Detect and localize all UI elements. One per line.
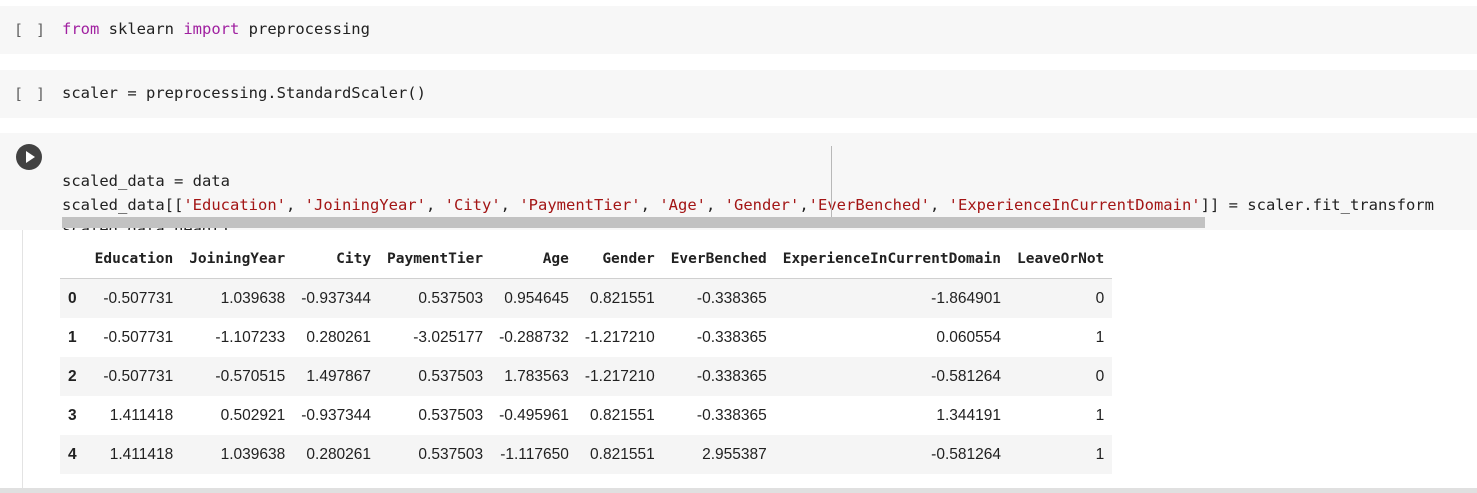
run-cell-button[interactable] [16, 144, 42, 170]
table-cell: -0.495961 [499, 406, 569, 424]
row-index: 4 [60, 435, 87, 474]
table-row: 2 -0.507731 -0.570515 1.497867 0.537503 … [60, 357, 1113, 396]
code-line: scaled_data[['Education', 'JoiningYear',… [62, 196, 1434, 214]
row-index: 0 [60, 278, 87, 318]
table-cell: 0 [1008, 278, 1113, 318]
code-line: scaled_data = data [62, 172, 230, 190]
column-header: ExperienceInCurrentDomain [774, 240, 1009, 279]
table-cell: 1 [1008, 435, 1113, 474]
table-cell: -0.570515 [181, 357, 294, 396]
row-index: 2 [60, 357, 87, 396]
table-cell: -1.117650 [491, 435, 577, 474]
table-cell: 1 [1095, 328, 1105, 346]
code-text: sklearn [99, 20, 184, 38]
code-keyword: import [183, 20, 240, 38]
code-keyword: from [62, 20, 100, 38]
code-editor[interactable]: scaler = preprocessing.StandardScaler() [62, 81, 426, 105]
table-row: 1 -0.507731 -1.107233 0.280261 -3.025177… [60, 318, 1112, 357]
cell-run-bracket[interactable]: [ ] [14, 21, 47, 39]
table-cell: -0.507731 [86, 278, 182, 318]
table-cell: 0.537503 [379, 278, 492, 318]
code-editor[interactable]: from sklearn import preprocessing [62, 17, 370, 41]
column-header: Education [86, 240, 182, 279]
cell-run-bracket[interactable]: [ ] [14, 85, 47, 103]
table-cell: 1.497867 [293, 357, 380, 396]
column-header: City [293, 240, 380, 279]
table-cell: 0.821551 [590, 406, 655, 424]
table-cell: -0.507731 [86, 357, 182, 396]
table-cell: 0 [1008, 357, 1113, 396]
table-cell: 0.502921 [220, 406, 286, 424]
table-cell: -0.338365 [662, 278, 775, 318]
table-cell: 1.344191 [936, 406, 1001, 424]
table-row: 0 -0.507731 1.039638 -0.937344 0.537503 … [60, 278, 1113, 318]
table-cell: -1.864901 [774, 278, 1009, 318]
table-cell: -0.507731 [103, 328, 174, 346]
column-header: JoiningYear [181, 240, 294, 279]
table-cell: -0.581264 [774, 357, 1009, 396]
table-row: 4 1.411418 1.039638 0.280261 0.537503 -1… [60, 435, 1113, 474]
table-cell: 0.954645 [491, 278, 577, 318]
table-cell: 0.280261 [306, 328, 372, 346]
ruler-line [831, 146, 832, 218]
code-cell-import[interactable]: [ ] from sklearn import preprocessing [0, 6, 1477, 54]
table-row: 3 1.411418 0.502921 -0.937344 0.537503 -… [60, 396, 1112, 435]
table-cell: -0.338365 [696, 328, 767, 346]
output-divider [22, 230, 23, 490]
table-cell: -0.937344 [293, 278, 380, 318]
table-cell: -0.581264 [774, 435, 1009, 474]
table-cell: 0.821551 [576, 435, 663, 474]
row-index: 3 [68, 406, 77, 424]
code-cell-scaler[interactable]: [ ] scaler = preprocessing.StandardScale… [0, 70, 1477, 118]
table-cell: 1.411418 [109, 406, 174, 424]
table-cell: 1 [1095, 406, 1105, 424]
table-cell: 0.537503 [379, 357, 492, 396]
table-cell: -1.217210 [576, 357, 663, 396]
horizontal-scrollbar[interactable] [62, 217, 1205, 228]
index-header [60, 240, 87, 279]
table-cell: -0.937344 [301, 406, 372, 424]
table-cell: -3.025177 [413, 328, 484, 346]
table-cell: 1.411418 [86, 435, 182, 474]
column-header: LeaveOrNot [1008, 240, 1113, 279]
table-cell: 1.783563 [491, 357, 577, 396]
table-cell: -1.217210 [584, 328, 655, 346]
table-cell: 0.060554 [936, 328, 1001, 346]
table-cell: 1.039638 [181, 278, 294, 318]
table-cell: 0.537503 [379, 435, 492, 474]
column-header: Age [491, 240, 577, 279]
column-header: EverBenched [662, 240, 775, 279]
table-cell: 0.821551 [576, 278, 663, 318]
table-cell: -1.107233 [215, 328, 286, 346]
table-cell: 0.280261 [293, 435, 380, 474]
cell-bottom-border [0, 488, 1477, 493]
table-header-row: Education JoiningYear City PaymentTier A… [60, 240, 1113, 279]
table-cell: 0.537503 [418, 406, 484, 424]
table-cell: -0.288732 [499, 328, 569, 346]
table-cell: -0.338365 [662, 357, 775, 396]
row-index: 1 [68, 328, 77, 346]
column-header: PaymentTier [379, 240, 492, 279]
column-header: Gender [576, 240, 663, 279]
table-cell: -0.338365 [696, 406, 767, 424]
dataframe-table: Education JoiningYear City PaymentTier A… [60, 240, 1113, 474]
table-cell: 1.039638 [181, 435, 294, 474]
table-cell: 2.955387 [662, 435, 775, 474]
code-text: preprocessing [239, 20, 370, 38]
